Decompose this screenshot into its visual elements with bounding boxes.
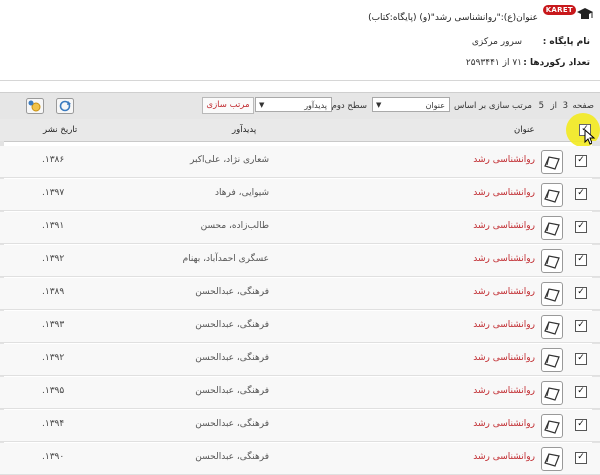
row-date: ۱۳۸۶. (42, 155, 65, 165)
row-author: فرهنگی، عبدالحسن (195, 419, 269, 429)
column-author[interactable]: پدیدآور (232, 125, 256, 135)
row-title[interactable]: روانشناسی رشد (473, 188, 535, 198)
table-row[interactable]: ✓ روانشناسی رشد فرهنگی، عبدالحسن ۱۳۹۴. (0, 410, 600, 442)
clear-search-icon[interactable] (26, 98, 44, 114)
row-date: ۱۳۹۲. (42, 254, 65, 264)
table-row[interactable]: ✓ روانشناسی رشد فرهنگی، عبدالحسن ۱۳۹۲. (0, 344, 600, 376)
search-query: عنوان(ع):"روانشناسی رشد"(و) (پایگاه:کتاب… (368, 13, 538, 23)
column-title[interactable]: عنوان (514, 125, 535, 135)
row-checkbox[interactable]: ✓ (575, 287, 587, 299)
book-icon[interactable] (541, 381, 563, 405)
row-date: ۱۳۹۵. (42, 386, 65, 396)
row-author: شعاری نژاد، علی‌اکبر (190, 155, 269, 165)
row-date: ۱۳۹۰. (42, 452, 65, 462)
row-checkbox[interactable]: ✓ (575, 254, 587, 266)
row-checkbox[interactable]: ✓ (575, 452, 587, 464)
row-author: عسگری احمدآباد، بهنام (182, 254, 269, 264)
row-author: شیوایی، فرهاد (215, 188, 269, 198)
sort-by-label: مرتب سازی بر اساس (453, 101, 532, 111)
table-row[interactable]: ✓ روانشناسی رشد فرهنگی، عبدالحسن ۱۳۹۳. (0, 311, 600, 343)
row-title[interactable]: روانشناسی رشد (473, 254, 535, 264)
table-row[interactable]: ✓ روانشناسی رشد فرهنگی، عبدالحسن ۱۳۸۹. (0, 278, 600, 310)
book-icon[interactable] (541, 249, 563, 273)
row-checkbox[interactable]: ✓ (575, 386, 587, 398)
karet-badge: KARET (542, 5, 576, 15)
row-author: فرهنگی، عبدالحسن (195, 386, 269, 396)
sort-primary-select[interactable]: عنوان ▼ (372, 97, 450, 112)
row-title[interactable]: روانشناسی رشد (473, 221, 535, 231)
row-date: ۱۳۹۴. (42, 419, 65, 429)
row-title[interactable]: روانشناسی رشد (473, 452, 535, 462)
chevron-down-icon: ▼ (376, 101, 382, 109)
row-title[interactable]: روانشناسی رشد (473, 320, 535, 330)
row-date: ۱۳۹۳. (42, 320, 65, 330)
row-checkbox[interactable]: ✓ (575, 419, 587, 431)
table-row[interactable]: ✓ روانشناسی رشد عسگری احمدآباد، بهنام ۱۳… (0, 245, 600, 277)
sort-button[interactable]: مرتب سازی (202, 97, 254, 114)
column-date[interactable]: تاریخ نشر (43, 125, 77, 135)
book-icon[interactable] (541, 216, 563, 240)
book-icon[interactable] (541, 150, 563, 174)
row-checkbox[interactable]: ✓ (575, 155, 587, 167)
record-count-label: تعداد رکوردها : (523, 58, 590, 68)
table-row[interactable]: ✓ روانشناسی رشد شعاری نژاد، علی‌اکبر ۱۳۸… (0, 146, 600, 178)
row-date: ۱۳۹۲. (42, 353, 65, 363)
table-row[interactable]: ✓ روانشناسی رشد طالب‌زاده، محسن ۱۳۹۱. (0, 212, 600, 244)
search-results-page: KARET عنوان(ع):"روانشناسی رشد"(و) (پایگا… (0, 0, 600, 475)
row-date: ۱۳۸۹. (42, 287, 65, 297)
book-icon[interactable] (541, 183, 563, 207)
level2-label: سطح دوم (331, 101, 367, 111)
row-title[interactable]: روانشناسی رشد (473, 287, 535, 297)
refresh-icon[interactable] (56, 98, 74, 114)
sort-secondary-select[interactable]: پدیدآور ▼ (255, 97, 332, 112)
page-label: صفحه (572, 101, 594, 111)
row-date: ۱۳۹۷. (42, 188, 65, 198)
row-author: فرهنگی، عبدالحسن (195, 353, 269, 363)
table-row[interactable]: ✓ روانشناسی رشد شیوایی، فرهاد ۱۳۹۷. (0, 179, 600, 211)
page-total: 5 (538, 101, 544, 111)
row-checkbox[interactable]: ✓ (575, 221, 587, 233)
results-table-header: عنوان پدیدآور تاریخ نشر (0, 119, 600, 142)
book-icon[interactable] (541, 348, 563, 372)
database-label: نام پایگاه : (542, 37, 590, 47)
sort-primary-value: عنوان (425, 101, 445, 110)
row-author: فرهنگی، عبدالحسن (195, 287, 269, 297)
book-icon[interactable] (541, 282, 563, 306)
row-checkbox[interactable]: ✓ (575, 320, 587, 332)
row-title[interactable]: روانشناسی رشد (473, 419, 535, 429)
sort-secondary-value: پدیدآور (304, 101, 327, 110)
row-checkbox[interactable]: ✓ (575, 188, 587, 200)
row-date: ۱۳۹۱. (42, 221, 65, 231)
page-of: از (550, 101, 557, 111)
row-title[interactable]: روانشناسی رشد (473, 155, 535, 165)
book-icon[interactable] (541, 414, 563, 438)
row-title[interactable]: روانشناسی رشد (473, 386, 535, 396)
database-value: سرور مرکزی (471, 37, 522, 47)
search-info-panel: KARET عنوان(ع):"روانشناسی رشد"(و) (پایگا… (0, 0, 600, 81)
row-author: فرهنگی، عبدالحسن (195, 320, 269, 330)
row-author: فرهنگی، عبدالحسن (195, 452, 269, 462)
chevron-down-icon: ▼ (259, 101, 265, 109)
book-icon[interactable] (541, 315, 563, 339)
graduation-cap-icon (577, 8, 593, 19)
karet-logo: KARET (542, 3, 594, 25)
sort-toolbar: صفحه 3 از 5 مرتب سازی بر اساس عنوان ▼ سط… (0, 92, 600, 120)
table-row[interactable]: ✓ روانشناسی رشد فرهنگی، عبدالحسن ۱۳۹۵. (0, 377, 600, 409)
book-icon[interactable] (541, 447, 563, 471)
row-title[interactable]: روانشناسی رشد (473, 353, 535, 363)
table-row[interactable]: ✓ روانشناسی رشد فرهنگی، عبدالحسن ۱۳۹۰. (0, 443, 600, 475)
row-author: طالب‌زاده، محسن (200, 221, 269, 231)
row-checkbox[interactable]: ✓ (575, 353, 587, 365)
page-current: 3 (562, 101, 568, 111)
record-count-value: ۷۱ از ۲۵۹۳۴۴۱ (465, 58, 522, 68)
